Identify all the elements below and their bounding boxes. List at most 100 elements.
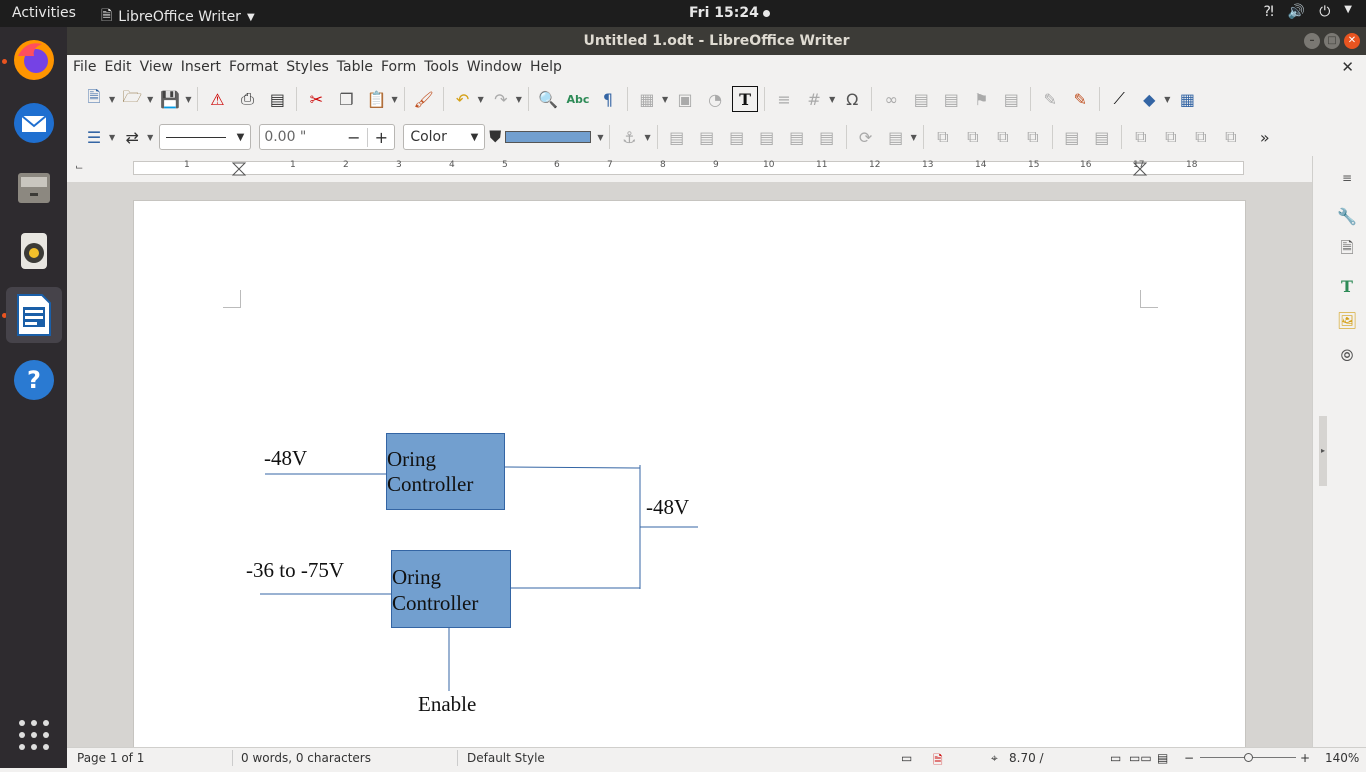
activities-button[interactable]: Activities [12,5,76,21]
zoom-level[interactable]: 140% [1325,751,1359,765]
menu-form[interactable]: Form [381,55,422,80]
navigator-compass-icon[interactable]: ⦾ [1335,344,1359,368]
system-tray[interactable]: ⁈ 🔊 ⏻ ▼ [1264,4,1352,20]
insert-field-icon[interactable]: # [801,86,827,112]
export-pdf-icon[interactable]: ⚠ [204,86,230,112]
more-options-icon[interactable]: » [1252,124,1278,150]
insert-endnote-icon[interactable]: ▤ [938,86,964,112]
chevron-down-icon[interactable]: ▼ [391,95,397,104]
menu-insert[interactable]: Insert [181,55,227,80]
sidebar-collapse-handle[interactable]: ▸ [1319,416,1327,486]
copy-icon[interactable]: ❐ [333,86,359,112]
insert-comment-icon[interactable]: ✎ [1037,86,1063,112]
insert-footnote-icon[interactable]: ▤ [908,86,934,112]
show-applications-button[interactable] [6,707,62,763]
chevron-down-icon[interactable]: ▼ [147,95,153,104]
chevron-down-icon[interactable]: ▼ [109,133,115,142]
ungroup-icon[interactable]: ⧉ [1218,124,1244,150]
wrap-on-icon[interactable]: ▤ [694,124,720,150]
output-label[interactable]: -48V [646,495,689,520]
find-replace-icon[interactable]: 🔍 [535,86,561,112]
app-menu[interactable]: 🗎 LibreOffice Writer ▼ [101,5,255,29]
insert-bookmark-icon[interactable]: ⚑ [968,86,994,112]
zoom-slider-knob[interactable] [1244,753,1253,762]
page-count[interactable]: Page 1 of 1 [77,751,144,765]
maximize-button[interactable]: □ [1324,33,1340,49]
libreoffice-writer-launcher[interactable] [6,287,62,343]
insert-line-icon[interactable]: ⟋ [1106,86,1132,112]
wrap-left-icon[interactable]: ▤ [754,124,780,150]
cut-icon[interactable]: ✂ [303,86,329,112]
insert-page-break-icon[interactable]: ≡ [771,86,797,112]
bring-to-front-icon[interactable]: ⧉ [930,124,956,150]
insert-image-icon[interactable]: ▣ [672,86,698,112]
window-title-bar[interactable]: Untitled 1.odt - LibreOffice Writer – □ … [67,27,1366,55]
fill-color-icon[interactable]: ⛊ [487,124,503,150]
insert-chart-icon[interactable]: ◔ [702,86,728,112]
to-foreground-icon[interactable]: ▤ [1059,124,1085,150]
clock[interactable]: Fri 15:24 [689,5,770,21]
group-icon[interactable]: ⧉ [1128,124,1154,150]
document-modified-icon[interactable]: 🗎 [933,751,943,772]
help-launcher[interactable]: ? [6,352,62,408]
wrap-off-icon[interactable]: ▤ [664,124,690,150]
enter-group-icon[interactable]: ⧉ [1158,124,1184,150]
exit-group-icon[interactable]: ⧉ [1188,124,1214,150]
horizontal-ruler[interactable]: ⌙ 1 1 2 3 4 5 6 7 8 9 10 11 12 13 14 15 … [67,156,1312,182]
single-page-view-icon[interactable]: ▭ [1110,751,1121,765]
new-document-icon[interactable]: 🗎 [81,86,107,112]
line-width-spinbox[interactable]: 0.00 " − + [259,124,396,150]
tab-stop-icon[interactable]: ⌙ [75,162,83,173]
insert-cross-reference-icon[interactable]: ▤ [998,86,1024,112]
rhythmbox-launcher[interactable] [6,223,62,279]
line-icon[interactable]: ☰ [81,124,107,150]
oring-controller-box-bottom[interactable]: Oring Controller [391,550,511,628]
clone-formatting-icon[interactable]: 🖌 [411,86,437,112]
input-bottom-label[interactable]: -36 to -75V [246,558,344,583]
document-area[interactable]: Oring Controller Oring Controller -48V -… [67,182,1312,747]
input-top-label[interactable]: -48V [264,446,307,471]
zoom-in-button[interactable]: + [1300,751,1310,765]
spelling-icon[interactable]: Abc [565,86,591,112]
menu-help[interactable]: Help [530,55,568,80]
align-objects-icon[interactable]: ▤ [883,124,909,150]
save-icon[interactable]: 💾 [157,86,183,112]
gallery-icon[interactable]: 🖼 [1335,308,1359,332]
book-view-icon[interactable]: ▤ [1157,751,1168,765]
chevron-down-icon[interactable]: ▼ [911,133,917,142]
print-icon[interactable]: ⎙ [234,86,260,112]
menu-window[interactable]: Window [467,55,528,80]
chevron-down-icon[interactable]: ▼ [109,95,115,104]
basic-shapes-icon[interactable]: ◆ [1136,86,1162,112]
menu-file[interactable]: File [73,55,102,80]
forward-one-icon[interactable]: ⧉ [960,124,986,150]
close-window-button[interactable]: ✕ [1344,33,1360,49]
insert-table-icon[interactable]: ▦ [634,86,660,112]
decrement-button[interactable]: − [340,128,367,147]
send-to-back-icon[interactable]: ⧉ [1020,124,1046,150]
enable-label[interactable]: Enable [418,692,476,717]
wrap-through-icon[interactable]: ▤ [814,124,840,150]
menu-edit[interactable]: Edit [104,55,137,80]
insert-hyperlink-icon[interactable]: ∞ [878,86,904,112]
special-character-icon[interactable]: Ω [839,86,865,112]
paste-icon[interactable]: 📋 [363,86,389,112]
sidebar-menu-icon[interactable]: ≡ [1335,166,1359,190]
backward-one-icon[interactable]: ⧉ [990,124,1016,150]
multi-page-view-icon[interactable]: ▭▭ [1129,751,1152,765]
properties-wrench-icon[interactable]: 🔧 [1335,204,1359,228]
line-style-select[interactable]: ▼ [159,124,252,150]
rotate-icon[interactable]: ⟳ [853,124,879,150]
show-draw-functions-icon[interactable]: ▦ [1174,86,1200,112]
files-launcher[interactable] [6,159,62,215]
anchor-icon[interactable]: ⚓ [616,124,642,150]
fill-color-swatch[interactable] [505,131,592,143]
increment-button[interactable]: + [367,127,394,147]
chevron-down-icon[interactable]: ▼ [829,95,835,104]
print-preview-icon[interactable]: ▤ [264,86,290,112]
word-count[interactable]: 0 words, 0 characters [241,751,371,765]
area-style-select[interactable]: Color ▼ [403,124,486,150]
chevron-down-icon[interactable]: ▼ [478,95,484,104]
page-style[interactable]: Default Style [467,751,545,765]
chevron-down-icon[interactable]: ▼ [662,95,668,104]
